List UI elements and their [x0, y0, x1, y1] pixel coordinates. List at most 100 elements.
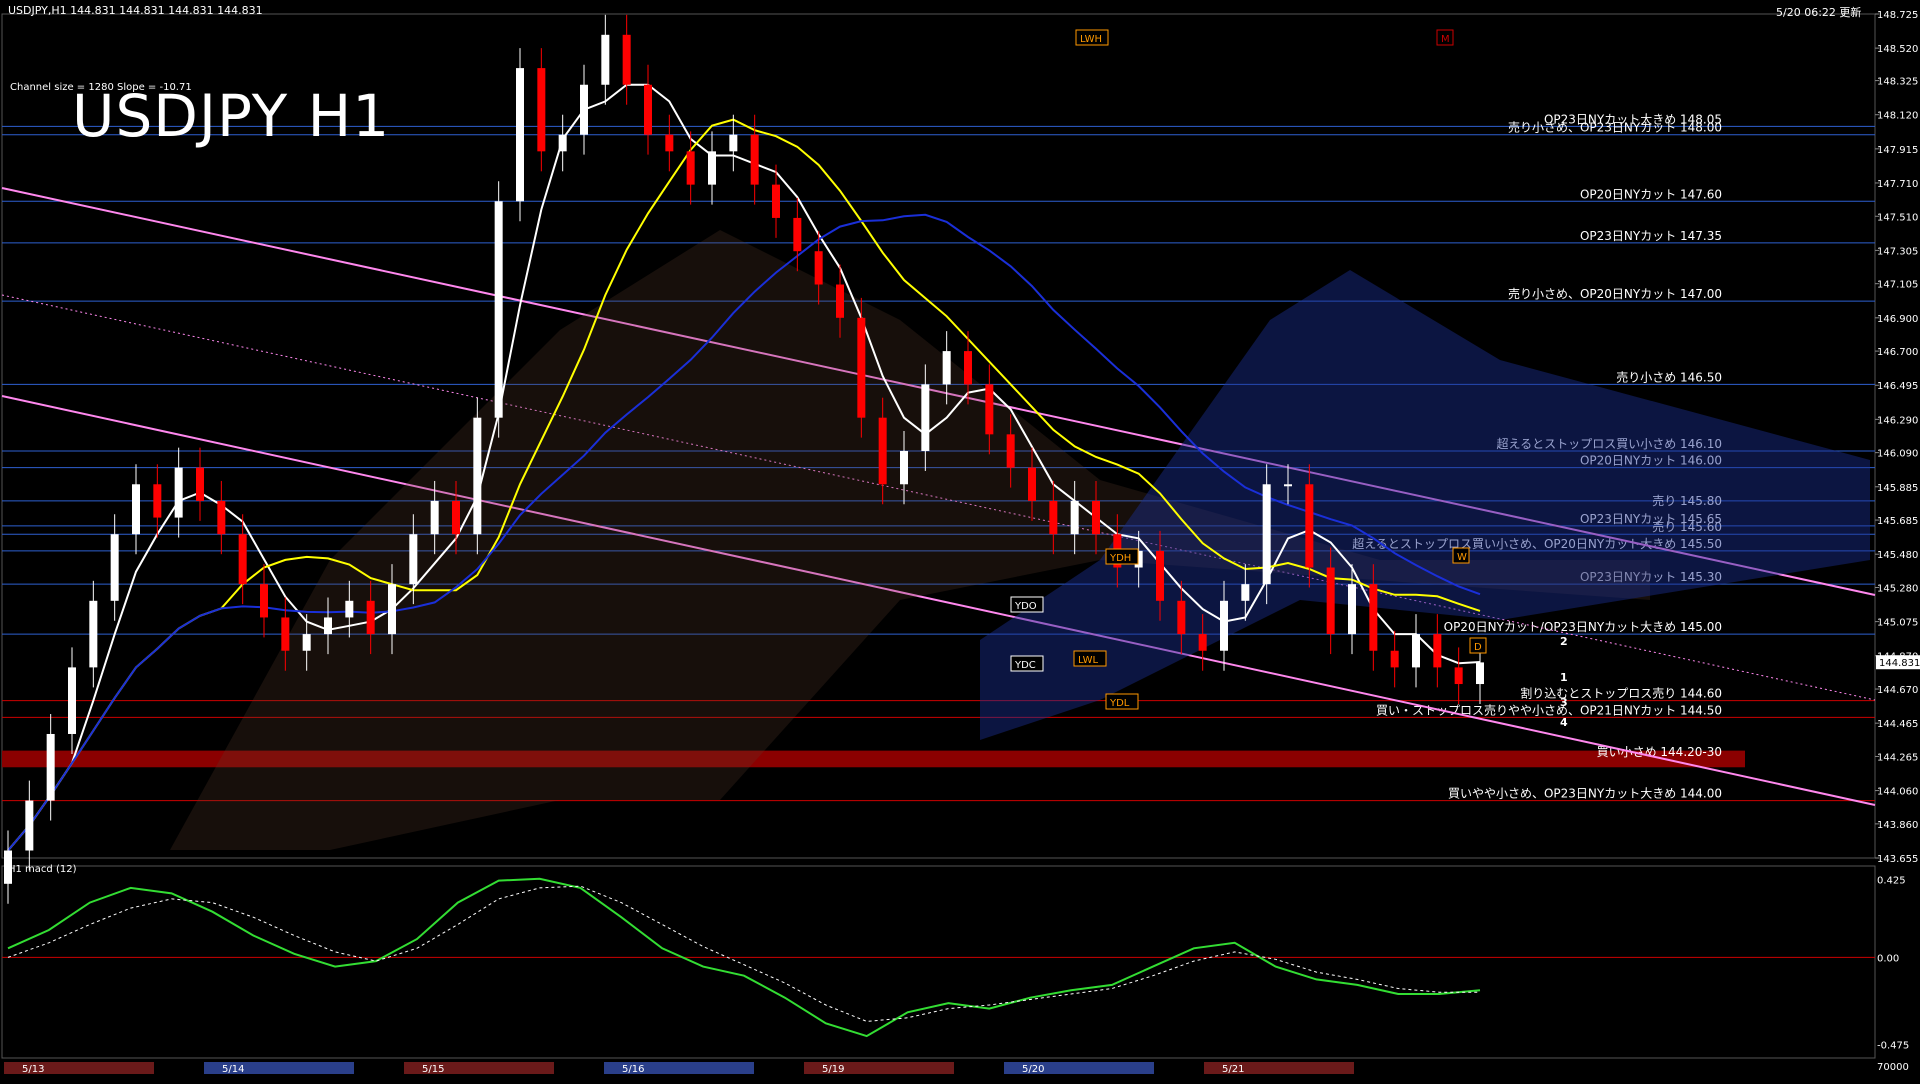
- y-tick-label: 146.700: [1877, 347, 1918, 358]
- candle-body: [644, 84, 652, 135]
- candle-body: [1241, 584, 1250, 601]
- price-level-label: 買い・ストップロス売りやや小さめ、OP21日NYカット 144.50: [1376, 702, 1722, 717]
- candle-body: [1454, 667, 1463, 685]
- candle-body: [580, 84, 588, 135]
- marker-label: LWH: [1080, 34, 1102, 45]
- candle-body: [1305, 484, 1314, 568]
- candle-body: [388, 584, 396, 635]
- candle-body: [942, 351, 951, 385]
- price-level-label: 買いやや小さめ、OP23日NYカット大きめ 144.00: [1448, 787, 1722, 801]
- macd-extra-value: 70000: [1877, 1062, 1909, 1073]
- y-tick-label: 146.090: [1877, 449, 1918, 460]
- candle-body: [900, 450, 908, 485]
- x-tick-label: 5/15: [422, 1064, 444, 1075]
- candle-body: [25, 800, 34, 851]
- candle-body: [1177, 600, 1186, 635]
- projection-label: 2: [1560, 635, 1568, 648]
- candle-body: [964, 351, 972, 385]
- y-tick-label: 148.520: [1877, 44, 1918, 55]
- candle-body: [366, 600, 375, 635]
- candle-body: [1006, 434, 1015, 468]
- candle-body: [1092, 500, 1100, 535]
- y-tick-label: 145.075: [1877, 618, 1918, 629]
- projection-label: 3: [1560, 696, 1568, 709]
- x-tick-label: 5/20: [1022, 1064, 1044, 1075]
- y-tick-label: 144.670: [1877, 685, 1918, 696]
- candle-body: [1326, 567, 1335, 635]
- x-tick-label: 5/19: [822, 1064, 844, 1075]
- macd-tick-label: 0.00: [1877, 953, 1899, 964]
- candle-body: [708, 151, 716, 185]
- candle-body: [537, 68, 546, 152]
- candle-body: [430, 500, 439, 535]
- candle-body: [302, 634, 311, 651]
- candle-body: [686, 151, 695, 185]
- candle-body: [324, 617, 332, 635]
- y-tick-label: 144.265: [1877, 752, 1918, 763]
- price-chart[interactable]: 148.725 148.520 148.325 148.120 147.915 147.7…: [0, 0, 1920, 1080]
- y-tick-label: 144.465: [1877, 719, 1918, 730]
- candle-body: [665, 134, 674, 152]
- candle-body: [1284, 484, 1292, 487]
- y-tick-label: 143.655: [1877, 854, 1918, 865]
- candle-body: [772, 184, 780, 218]
- candle-body: [1348, 584, 1356, 635]
- update-timestamp: 5/20 06:22 更新: [1776, 6, 1862, 19]
- marker-label: M: [1441, 34, 1450, 45]
- marker-label: YDH: [1109, 553, 1131, 564]
- candle-body: [1198, 634, 1207, 651]
- current-price-label: 144.831: [1879, 658, 1920, 669]
- marker-label: YDO: [1014, 601, 1037, 612]
- marker-label: YDL: [1109, 698, 1130, 709]
- candle-body: [1220, 600, 1228, 651]
- price-level-label: 売り小さめ 146.50: [1616, 369, 1722, 384]
- candle-body: [1049, 500, 1058, 535]
- candle-body: [836, 284, 844, 318]
- candle-body: [110, 534, 119, 601]
- candle-body: [132, 484, 140, 535]
- candle-body: [452, 500, 460, 535]
- x-tick-label: 5/13: [22, 1064, 44, 1075]
- x-tick-label: 5/21: [1222, 1064, 1244, 1075]
- candle-body: [345, 600, 354, 618]
- price-level-label: 売り小さめ、OP20日NYカット 147.00: [1508, 286, 1722, 301]
- candle-body: [1262, 484, 1271, 585]
- candle-body: [622, 34, 631, 85]
- candle-body: [921, 384, 930, 451]
- macd-tick-label: -0.475: [1877, 1040, 1909, 1051]
- y-tick-label: 145.685: [1877, 516, 1918, 527]
- price-level-label: OP23日NYカット 147.35: [1580, 229, 1722, 243]
- candle-body: [196, 467, 204, 501]
- candle-body: [729, 134, 738, 152]
- marker-label: YDC: [1014, 660, 1036, 671]
- y-tick-label: 147.105: [1877, 280, 1918, 291]
- candle-body: [238, 534, 247, 585]
- projection-label: 1: [1560, 671, 1568, 684]
- candle-body: [558, 134, 567, 152]
- candle-body: [174, 467, 183, 518]
- candle-body: [68, 667, 76, 734]
- candle-body: [1070, 500, 1079, 535]
- price-level-label: 買い小さめ 144.20-30: [1597, 745, 1722, 759]
- y-tick-label: 147.510: [1877, 212, 1918, 223]
- marker-label: D: [1474, 642, 1482, 653]
- candle-body: [260, 584, 268, 618]
- candle-body: [46, 733, 55, 801]
- y-tick-label: 144.060: [1877, 787, 1918, 798]
- y-tick-label: 148.725: [1877, 10, 1918, 21]
- candle-body: [601, 34, 610, 85]
- candle-body: [1390, 650, 1399, 668]
- candle-body: [750, 134, 759, 185]
- y-tick-label: 148.325: [1877, 77, 1918, 88]
- price-level-label: 割り込むとストップロス売り 144.60: [1520, 686, 1722, 701]
- y-tick-label: 145.480: [1877, 550, 1918, 561]
- marker-label: W: [1457, 552, 1467, 563]
- projection-label: 4: [1560, 716, 1568, 729]
- candle-body: [516, 68, 524, 202]
- chart-area: 148.725 148.520 148.325 148.120 147.915 147.7…: [0, 0, 1920, 1080]
- candle-body: [217, 500, 226, 535]
- candle-body: [1476, 662, 1484, 685]
- y-tick-label: 147.305: [1877, 246, 1918, 257]
- candle-body: [153, 484, 162, 518]
- y-tick-label: 145.885: [1877, 483, 1918, 494]
